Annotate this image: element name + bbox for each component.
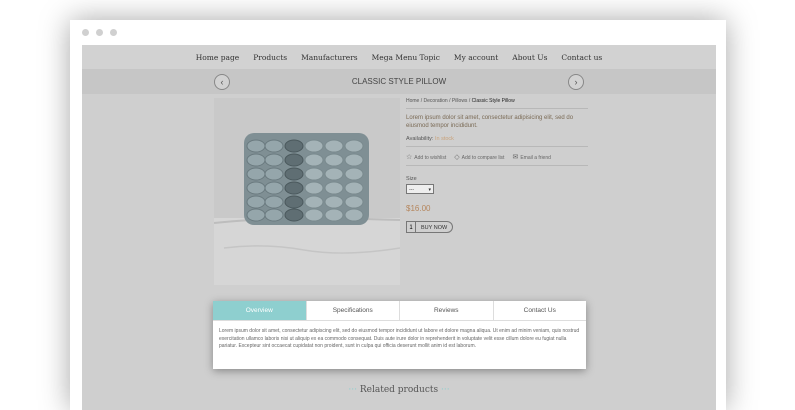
- product-tabs: Overview Specifications Reviews Contact …: [213, 301, 586, 369]
- buy-now-button[interactable]: BUY NOW: [416, 221, 454, 233]
- availability-label: Availability:: [406, 136, 434, 142]
- browser-window: Home page Products Manufacturers Mega Me…: [70, 20, 726, 410]
- pillow-photo: [214, 98, 400, 285]
- window-titlebar: [70, 20, 726, 45]
- size-select-value: ---: [409, 187, 414, 193]
- chevron-left-icon: ‹: [220, 77, 224, 87]
- short-description: Lorem ipsum dolor sit amet, consectetur …: [406, 115, 574, 129]
- nav-item-contact-us[interactable]: Contact us: [554, 53, 609, 62]
- tab-list: Overview Specifications Reviews Contact …: [213, 301, 586, 321]
- breadcrumb: Home / Decoration / Pillows / Classic St…: [406, 98, 588, 104]
- tab-contact-us[interactable]: Contact Us: [494, 301, 587, 320]
- window-dot-minimize[interactable]: [96, 29, 103, 36]
- divider: [406, 146, 588, 147]
- nav-item-about-us[interactable]: About Us: [505, 53, 554, 62]
- prev-product-button[interactable]: ‹: [214, 74, 230, 90]
- overview-text: Lorem ipsum dolor sit amet, consectetur …: [219, 328, 580, 349]
- breadcrumb-separator: /: [449, 98, 451, 104]
- product-image[interactable]: [214, 98, 400, 285]
- wishlist-button[interactable]: ☆ Add to wishlist: [406, 153, 446, 161]
- breadcrumb-pillows[interactable]: Pillows: [452, 98, 468, 104]
- breadcrumb-home[interactable]: Home: [406, 98, 419, 104]
- heading-ornament-right: ···: [440, 385, 450, 395]
- product-title-bar: CLASSIC STYLE PILLOW ‹ ›: [82, 69, 716, 94]
- size-select[interactable]: --- ▾: [406, 184, 434, 194]
- product-actions: ☆ Add to wishlist ◇ Add to compare list ✉ E…: [406, 153, 588, 161]
- email-label: Email a friend: [520, 155, 551, 161]
- size-label: Size: [406, 176, 417, 182]
- window-dot-close[interactable]: [82, 29, 89, 36]
- tab-reviews[interactable]: Reviews: [400, 301, 494, 320]
- chevron-right-icon: ›: [574, 77, 578, 87]
- envelope-icon: ✉: [512, 154, 519, 161]
- tag-icon: ◇: [454, 154, 460, 161]
- nav-item-my-account[interactable]: My account: [447, 53, 505, 62]
- breadcrumb-separator: /: [420, 98, 423, 104]
- tab-overview[interactable]: Overview: [213, 301, 307, 320]
- related-products-heading: ··· Related products ···: [82, 385, 716, 395]
- product-page: Home page Products Manufacturers Mega Me…: [82, 45, 716, 410]
- availability: Availability: In stock: [406, 136, 588, 142]
- product-info: Home / Decoration / Pillows / Classic St…: [406, 98, 588, 233]
- nav-item-mega-menu[interactable]: Mega Menu Topic: [365, 53, 447, 62]
- breadcrumb-separator: /: [468, 98, 471, 104]
- divider: [406, 108, 588, 109]
- wishlist-label: Add to wishlist: [414, 155, 447, 161]
- compare-label: Add to compare list: [461, 155, 505, 161]
- breadcrumb-decoration[interactable]: Decoration: [424, 98, 448, 104]
- email-friend-button[interactable]: ✉ Email a friend: [512, 153, 550, 161]
- tab-specifications[interactable]: Specifications: [307, 301, 400, 320]
- star-icon: ☆: [406, 154, 413, 161]
- quantity-input[interactable]: 1: [406, 221, 416, 233]
- availability-value: In stock: [434, 136, 454, 142]
- window-dot-maximize[interactable]: [110, 29, 117, 36]
- page-title: CLASSIC STYLE PILLOW: [351, 77, 447, 86]
- next-product-button[interactable]: ›: [568, 74, 584, 90]
- nav-item-manufacturers[interactable]: Manufacturers: [294, 53, 365, 62]
- divider: [406, 165, 588, 166]
- product-price: $16.00: [406, 204, 431, 213]
- buy-row: 1 BUY NOW: [406, 221, 588, 233]
- main-nav: Home page Products Manufacturers Mega Me…: [82, 45, 716, 69]
- nav-item-home[interactable]: Home page: [189, 53, 247, 62]
- compare-button[interactable]: ◇ Add to compare list: [454, 153, 504, 161]
- nav-item-products[interactable]: Products: [246, 53, 294, 62]
- caret-down-icon: ▾: [428, 187, 431, 193]
- breadcrumb-current: Classic Style Pillow: [471, 98, 515, 104]
- related-products-title: Related products: [359, 385, 439, 395]
- heading-ornament-left: ···: [348, 385, 357, 395]
